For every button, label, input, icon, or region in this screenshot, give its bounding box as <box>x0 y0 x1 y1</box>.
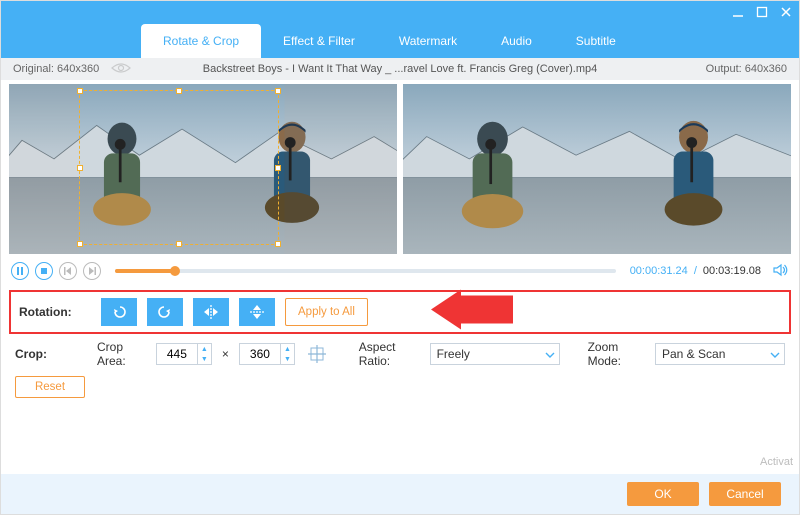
chevron-down-icon[interactable]: ▼ <box>281 354 294 364</box>
tab-audio[interactable]: Audio <box>479 24 554 58</box>
zoom-mode-label: Zoom Mode: <box>588 340 645 368</box>
aspect-ratio-value: Freely <box>437 347 470 361</box>
zoom-mode-value: Pan & Scan <box>662 347 725 361</box>
crosshair-icon[interactable] <box>305 343 329 365</box>
pause-button[interactable] <box>11 262 29 280</box>
time-total: 00:03:19.08 <box>703 265 761 277</box>
chevron-up-icon[interactable]: ▲ <box>281 344 294 354</box>
tab-subtitle[interactable]: Subtitle <box>554 24 638 58</box>
tab-effect-filter[interactable]: Effect & Filter <box>261 24 377 58</box>
tab-rotate-crop[interactable]: Rotate & Crop <box>141 24 261 58</box>
next-button[interactable] <box>83 262 101 280</box>
rotate-right-button[interactable] <box>147 298 183 326</box>
ok-button[interactable]: OK <box>627 482 699 506</box>
apply-to-all-button[interactable]: Apply to All <box>285 298 368 326</box>
chevron-up-icon[interactable]: ▲ <box>198 344 211 354</box>
playback-bar: 00:00:31.24 / 00:03:19.08 <box>1 258 799 284</box>
output-preview <box>403 84 791 254</box>
crop-height-input[interactable] <box>240 347 280 361</box>
crop-width-input[interactable] <box>157 347 197 361</box>
output-dims: Output: 640x360 <box>706 63 787 75</box>
time-sep: / <box>694 265 697 277</box>
preview-row <box>1 80 799 258</box>
close-icon[interactable] <box>779 5 793 19</box>
aspect-ratio-select[interactable]: Freely <box>430 343 560 365</box>
crop-width-stepper[interactable]: ▲▼ <box>156 343 212 365</box>
callout-arrow-icon <box>431 290 513 335</box>
aspect-ratio-label: Aspect Ratio: <box>359 340 420 368</box>
chevron-down-icon <box>545 347 555 361</box>
crop-height-stepper[interactable]: ▲▼ <box>239 343 295 365</box>
flip-horizontal-button[interactable] <box>193 298 229 326</box>
chevron-down-icon <box>770 347 780 361</box>
original-preview[interactable] <box>9 84 397 254</box>
watermark-text: Activat <box>760 456 793 468</box>
filename-label: Backstreet Boys - I Want It That Way _ .… <box>203 63 598 75</box>
tab-watermark[interactable]: Watermark <box>377 24 479 58</box>
titlebar <box>1 1 799 23</box>
rotate-left-button[interactable] <box>101 298 137 326</box>
seek-bar[interactable] <box>115 269 616 273</box>
flip-vertical-button[interactable] <box>239 298 275 326</box>
prev-button[interactable] <box>59 262 77 280</box>
zoom-mode-select[interactable]: Pan & Scan <box>655 343 785 365</box>
crop-area-label: Crop Area: <box>97 340 146 368</box>
info-bar: Original: 640x360 Backstreet Boys - I Wa… <box>1 58 799 80</box>
stop-button[interactable] <box>35 262 53 280</box>
rotation-section: Rotation: Apply to All <box>9 290 791 334</box>
crop-section: Crop: Crop Area: ▲▼ × ▲▼ Aspect Ratio: F… <box>1 336 799 372</box>
cancel-button[interactable]: Cancel <box>709 482 781 506</box>
reset-button[interactable]: Reset <box>15 376 85 398</box>
tab-bar: Rotate & Crop Effect & Filter Watermark … <box>1 23 799 58</box>
volume-icon[interactable] <box>773 263 789 280</box>
time-current: 00:00:31.24 <box>630 265 688 277</box>
minimize-icon[interactable] <box>731 5 745 19</box>
crop-label: Crop: <box>15 347 87 361</box>
original-dims: Original: 640x360 <box>13 63 99 75</box>
rotation-label: Rotation: <box>19 305 91 319</box>
maximize-icon[interactable] <box>755 5 769 19</box>
times-label: × <box>222 347 229 361</box>
eye-icon[interactable] <box>111 62 131 77</box>
chevron-down-icon[interactable]: ▼ <box>198 354 211 364</box>
footer: OK Cancel <box>1 474 799 514</box>
